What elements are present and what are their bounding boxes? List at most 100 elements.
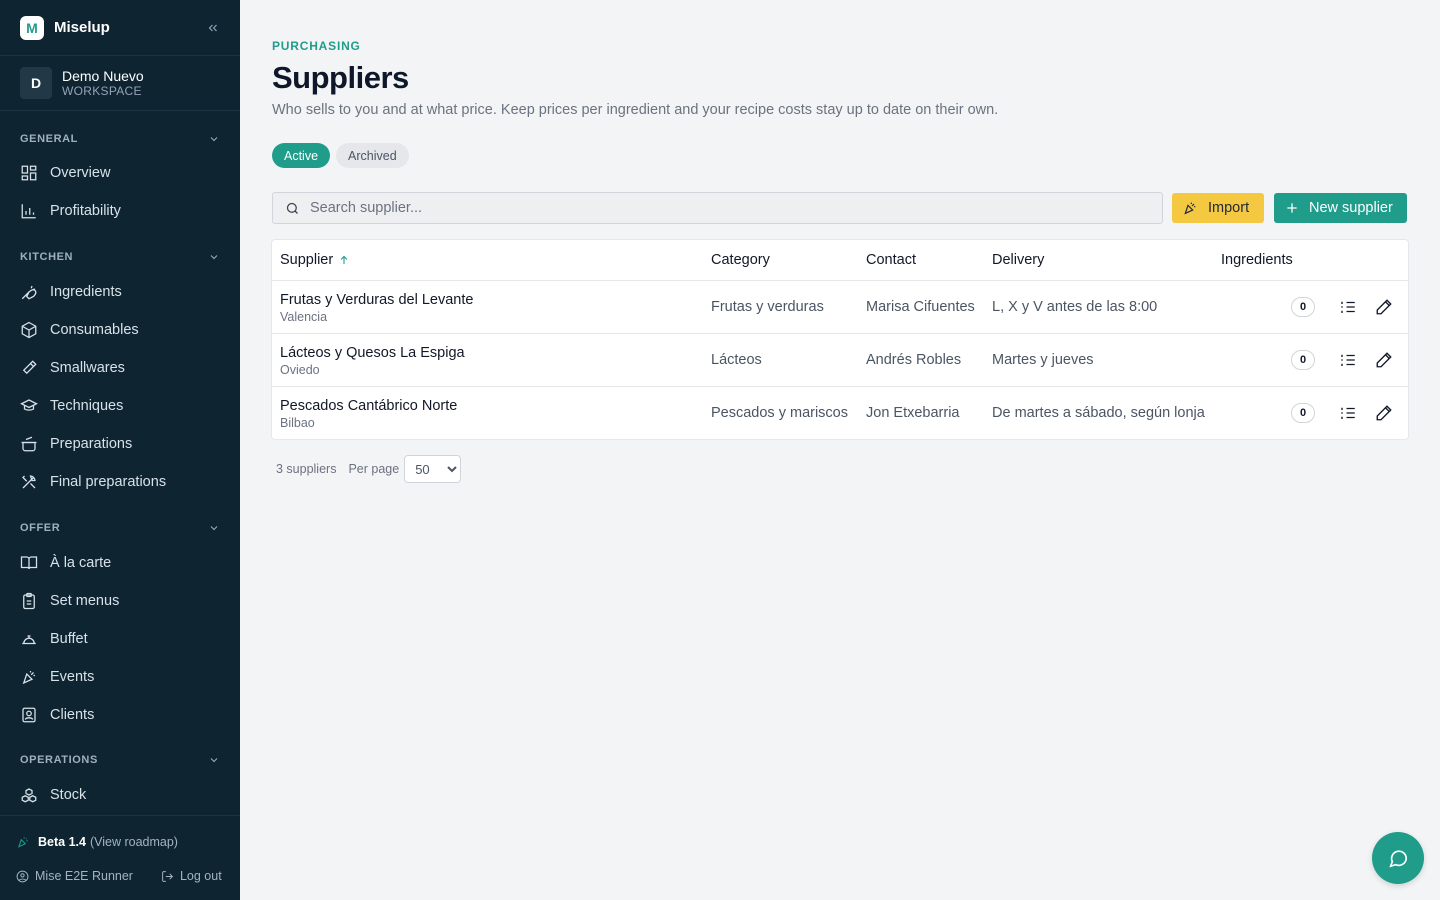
category-cell: Frutas y verduras: [711, 299, 824, 315]
sidebar-item-stock[interactable]: Stock: [0, 776, 240, 814]
ingredients-count-badge: 0: [1291, 350, 1315, 370]
new-supplier-button[interactable]: New supplier: [1274, 193, 1407, 223]
sidebar-item-label: Stock: [50, 787, 87, 803]
search-box: [272, 192, 1163, 224]
per-page-select[interactable]: 50: [404, 455, 462, 483]
sidebar-item-ingredients[interactable]: Ingredients: [0, 273, 240, 311]
sidebar-item-buffet[interactable]: Buffet: [0, 620, 240, 658]
logout-icon: [162, 870, 174, 882]
search-input[interactable]: [310, 200, 1130, 216]
supplier-cell: Pescados Cantábrico Norte Bilbao: [280, 397, 457, 430]
category-cell: Lácteos: [711, 352, 762, 368]
new-supplier-label: New supplier: [1309, 200, 1393, 216]
brand-bar: M Miselup: [0, 0, 240, 56]
contact-cell: Jon Etxebarria: [866, 405, 960, 421]
pagination: 3 suppliers Per page 50: [276, 455, 462, 483]
sidebar-item-consumables[interactable]: Consumables: [0, 311, 240, 349]
filter-active[interactable]: Active: [272, 143, 331, 168]
sidebar-item-a-la-carte[interactable]: À la carte: [0, 544, 240, 582]
workspace-label: WORKSPACE: [62, 83, 142, 98]
overview-icon: [21, 165, 37, 181]
section-header-kitchen[interactable]: KITCHEN: [0, 247, 240, 267]
table-row[interactable]: Pescados Cantábrico Norte Bilbao Pescado…: [272, 387, 1408, 439]
column-supplier[interactable]: Supplier: [280, 252, 350, 268]
user-row: Mise E2E Runner Log out: [16, 864, 224, 888]
list-ingredients-icon[interactable]: [1339, 404, 1357, 422]
column-category[interactable]: Category: [711, 252, 770, 268]
book-icon: [20, 556, 38, 570]
sidebar-footer: Beta 1.4 (View roadmap) Mise E2E Runner …: [0, 815, 240, 900]
table-row[interactable]: Frutas y Verduras del Levante Valencia F…: [272, 281, 1408, 334]
sidebar-item-set-menus[interactable]: Set menus: [0, 582, 240, 620]
supplier-count: 3 suppliers: [276, 462, 337, 476]
section-header-offer[interactable]: OFFER: [0, 518, 240, 538]
sidebar-item-final-preparations[interactable]: Final preparations: [0, 463, 240, 501]
sidebar-item-events[interactable]: Events: [0, 658, 240, 696]
section-header-operations[interactable]: OPERATIONS: [0, 750, 240, 770]
status-filter: Active Archived: [272, 143, 409, 168]
nav-section-general: GENERAL Overview Profitability: [0, 129, 240, 230]
sidebar-item-label: Preparations: [50, 436, 133, 452]
chat-bubble-icon: [1389, 850, 1408, 868]
sidebar: M Miselup D Demo Nuevo WORKSPACE GENERAL…: [0, 0, 240, 900]
section-header-general[interactable]: GENERAL: [0, 129, 240, 149]
section-title: KITCHEN: [20, 251, 74, 263]
sort-ascending-icon: [340, 255, 348, 264]
sidebar-item-label: Consumables: [50, 322, 139, 338]
page-eyebrow: PURCHASING: [272, 39, 361, 53]
chat-button[interactable]: [1372, 832, 1424, 884]
edit-pencil-icon[interactable]: [1375, 298, 1393, 316]
workspace-switcher[interactable]: D Demo Nuevo WORKSPACE: [0, 56, 240, 111]
sidebar-item-overview[interactable]: Overview: [0, 154, 240, 192]
collapse-sidebar-icon[interactable]: [206, 21, 220, 35]
supplier-city: Bilbao: [280, 416, 315, 430]
cooking-pot-icon: [21, 436, 37, 452]
column-delivery[interactable]: Delivery: [992, 252, 1044, 268]
contact-cell: Andrés Robles: [866, 352, 962, 368]
section-title: OFFER: [20, 522, 61, 534]
column-label: Supplier: [280, 252, 334, 268]
app-logo: M: [20, 15, 44, 40]
user-name[interactable]: Mise E2E Runner: [35, 869, 133, 883]
logout-button[interactable]: Log out: [161, 869, 222, 883]
table-header: Supplier Category Contact Delivery Ingre…: [272, 240, 1408, 281]
graduation-cap-icon: [20, 399, 38, 411]
sidebar-item-smallwares[interactable]: Smallwares: [0, 349, 240, 387]
list-ingredients-icon[interactable]: [1339, 298, 1357, 316]
plus-icon: [1287, 203, 1297, 213]
edit-pencil-icon[interactable]: [1375, 404, 1393, 422]
sidebar-item-label: Final preparations: [50, 474, 167, 490]
chevron-down-icon: [210, 758, 218, 763]
section-title: OPERATIONS: [20, 754, 98, 766]
supplier-name: Frutas y Verduras del Levante: [280, 292, 474, 308]
sidebar-item-clients[interactable]: Clients: [0, 696, 240, 734]
beta-version: Beta 1.4: [38, 835, 86, 849]
sidebar-item-label: À la carte: [50, 555, 112, 571]
column-ingredients[interactable]: Ingredients: [1221, 252, 1293, 268]
column-contact[interactable]: Contact: [866, 252, 916, 268]
chevron-down-icon: [210, 137, 218, 142]
filter-archived[interactable]: Archived: [336, 143, 409, 168]
list-ingredients-icon[interactable]: [1339, 351, 1357, 369]
nav-section-kitchen: KITCHEN Ingredients Consumables Smallwar…: [0, 247, 240, 501]
edit-pencil-icon[interactable]: [1375, 351, 1393, 369]
contact-icon: [22, 707, 36, 723]
sparkles-icon: [18, 837, 28, 848]
sidebar-item-label: Ingredients: [50, 284, 122, 300]
import-button[interactable]: Import: [1172, 193, 1264, 223]
sidebar-item-techniques[interactable]: Techniques: [0, 387, 240, 425]
sparkles-icon: [1184, 202, 1196, 215]
sidebar-item-label: Smallwares: [50, 360, 125, 376]
workspace-name: Demo Nuevo: [62, 67, 144, 84]
view-roadmap-link[interactable]: (View roadmap): [90, 835, 178, 849]
hammer-icon: [22, 360, 37, 375]
sidebar-item-preparations[interactable]: Preparations: [0, 425, 240, 463]
supplier-cell: Frutas y Verduras del Levante Valencia: [280, 291, 473, 324]
app-name: Miselup: [54, 19, 110, 36]
table-row[interactable]: Lácteos y Quesos La Espiga Oviedo Lácteo…: [272, 334, 1408, 387]
supplier-name: Lácteos y Quesos La Espiga: [280, 345, 465, 361]
sidebar-item-label: Clients: [50, 707, 95, 723]
sidebar-item-profitability[interactable]: Profitability: [0, 192, 240, 230]
sidebar-item-label: Overview: [50, 165, 111, 181]
sidebar-item-label: Events: [50, 669, 95, 685]
